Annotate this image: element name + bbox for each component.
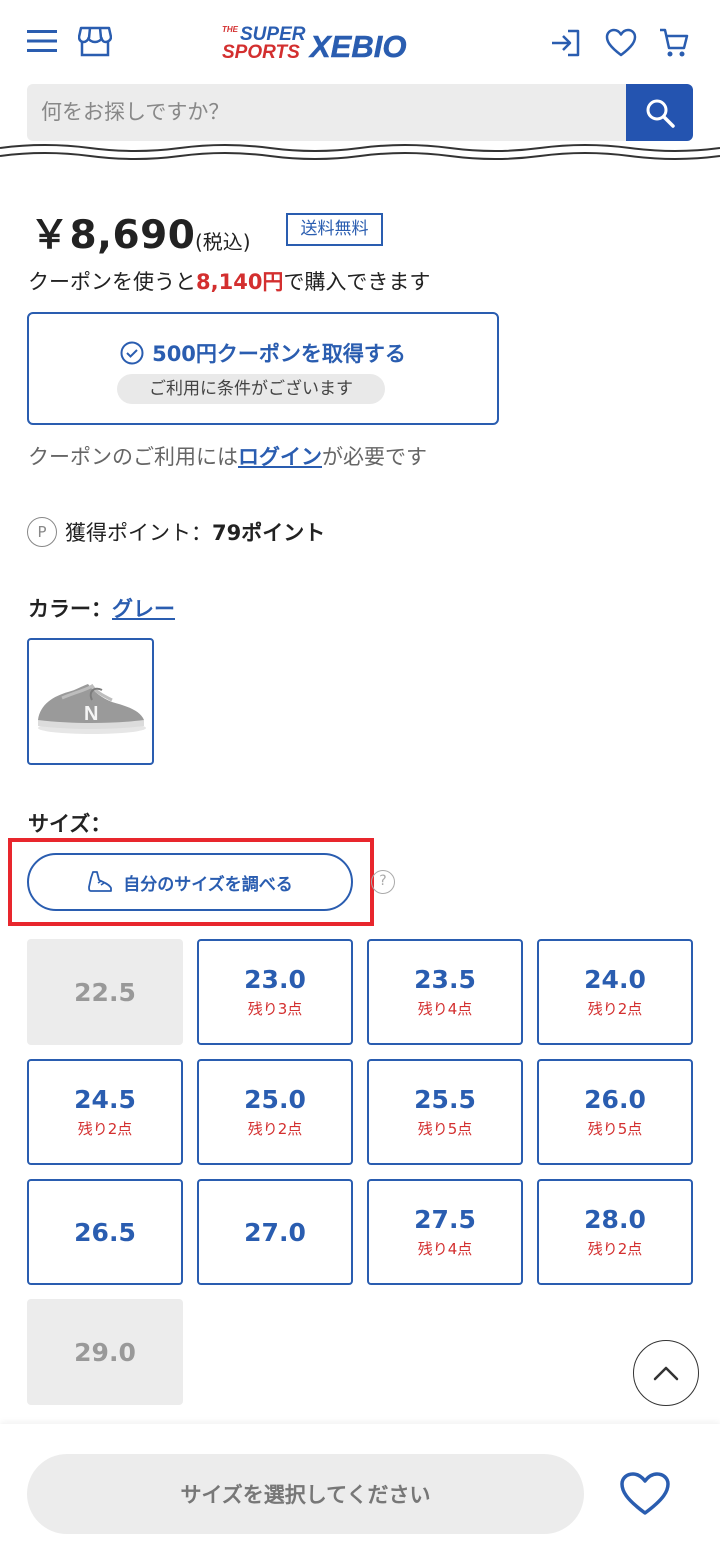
shoe-thumbnail: N [37,683,146,734]
coupon-line-prefix: クーポンを使うと [28,270,196,294]
login-note-suffix: が必要です [322,445,427,469]
size-number: 27.0 [244,1217,306,1247]
login-note: クーポンのご利用にはログインが必要です [28,441,427,471]
size-stock: 残り5点 [587,1120,643,1138]
heart-icon[interactable] [603,26,639,60]
coupon-button-label: 500円クーポンを取得する [152,342,406,366]
size-stock: 残り2点 [77,1120,133,1138]
size-stock: 残り4点 [417,1240,473,1258]
size-number: 25.5 [414,1085,476,1114]
size-option[interactable]: 25.0 残り2点 [197,1059,353,1165]
size-option[interactable]: 26.5 [27,1179,183,1285]
size-option[interactable]: 27.5 残り4点 [367,1179,523,1285]
size-number: 22.5 [74,977,136,1007]
size-option[interactable]: 28.0 残り2点 [537,1179,693,1285]
size-number: 27.5 [414,1205,476,1234]
color-swatch-grey[interactable]: N [27,638,154,765]
points-row: P 獲得ポイント： 79ポイント [27,517,325,547]
size-stock: 残り5点 [417,1120,473,1138]
check-circle-icon [120,341,144,365]
store-icon[interactable] [76,24,114,58]
size-grid: 22.5 23.0 残り3点 23.5 残り4点 24.0 残り2点 24.5 残り2点 25.0… [27,939,693,1409]
site-header: THE SUPER SPORTS XEBIO 何をお探しですか？ [0,0,720,160]
size-option[interactable]: 26.0 残り5点 [537,1059,693,1165]
size-number: 23.0 [244,965,306,994]
size-number: 29.0 [74,1337,136,1367]
coupon-price-line: クーポンを使うと8,140円で購入できます [28,266,430,296]
size-option[interactable]: 23.5 残り4点 [367,939,523,1045]
find-my-size-button[interactable]: 自分のサイズを調べる [27,853,353,911]
menu-icon[interactable] [26,27,58,55]
bottom-action-bar: サイズを選択してください [0,1424,720,1561]
size-number: 24.0 [584,965,646,994]
favorite-button[interactable] [617,1466,673,1522]
heart-icon [620,1472,670,1515]
free-shipping-badge: 送料無料 [286,213,383,246]
size-option[interactable]: 24.5 残り2点 [27,1059,183,1165]
chevron-up-icon [653,1366,679,1381]
size-number: 25.0 [244,1085,306,1114]
size-option[interactable]: 23.0 残り3点 [197,939,353,1045]
logo-the: THE [222,25,239,34]
size-number: 23.5 [414,965,476,994]
size-number: 24.5 [74,1085,136,1114]
size-stock: 残り2点 [247,1120,303,1138]
coupon-price: 8,140円 [196,270,284,294]
points-label: 獲得ポイント： [65,521,212,545]
login-link[interactable]: ログイン [238,445,322,469]
size-number: 28.0 [584,1205,646,1234]
points-value: 79ポイント [212,521,326,545]
get-coupon-button[interactable]: 500円クーポンを取得する ご利用に条件がございます [27,312,499,425]
size-stock: 残り3点 [247,1000,303,1018]
logo-xebio: XEBIO [308,29,406,64]
find-my-size-label: 自分のサイズを調べる [123,874,293,895]
site-logo[interactable]: THE SUPER SPORTS XEBIO [220,22,442,64]
color-row: カラー：グレー [28,593,175,623]
select-size-button[interactable]: サイズを選択してください [27,1454,584,1534]
login-icon[interactable] [548,26,584,60]
size-label: サイズ： [28,812,112,836]
shoe-logo: N [84,703,98,725]
size-number: 26.0 [584,1085,646,1114]
help-icon[interactable]: ? [371,870,395,894]
login-note-prefix: クーポンのご利用には [28,445,238,469]
coupon-line-suffix: で購入できます [283,270,431,294]
coupon-title: 500円クーポンを取得する [29,338,497,368]
scroll-to-top-button[interactable] [633,1340,699,1406]
search-bar: 何をお探しですか？ [27,84,693,141]
size-stock: 残り2点 [587,1000,643,1018]
size-option: 22.5 [27,939,183,1045]
search-input[interactable]: 何をお探しですか？ [27,84,627,141]
size-stock: 残り4点 [417,1000,473,1018]
price: ￥8,690 [30,213,196,258]
cart-icon[interactable] [656,26,692,60]
logo-sports: SPORTS [222,42,300,63]
size-option[interactable]: 24.0 残り2点 [537,939,693,1045]
size-option: 29.0 [27,1299,183,1405]
size-stock: 残り2点 [587,1240,643,1258]
search-button[interactable] [626,84,693,141]
coupon-condition: ご利用に条件がございます [117,374,385,404]
size-number: 26.5 [74,1217,136,1247]
shoe-icon [88,871,113,892]
wave-divider [0,144,720,160]
size-option[interactable]: 25.5 残り5点 [367,1059,523,1165]
size-option[interactable]: 27.0 [197,1179,353,1285]
point-icon: P [27,517,57,547]
search-icon [646,99,675,128]
tax-label: (税込) [195,230,251,254]
color-value-link[interactable]: グレー [112,597,175,621]
color-label: カラー： [28,597,112,621]
